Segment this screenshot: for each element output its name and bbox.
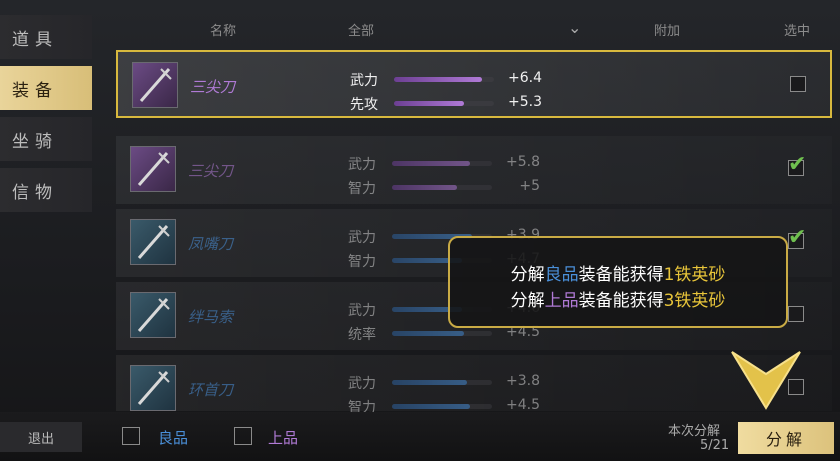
stat-label: 武力 [348, 230, 376, 246]
item-name: 绊马索 [188, 308, 234, 326]
item-name: 凤嘴刀 [188, 235, 234, 253]
item-name: 三尖刀 [188, 162, 234, 180]
stat-bar-fill [394, 77, 482, 82]
weapon-icon [130, 146, 176, 192]
list-header: 名称 全部 ⌄ 附加 选中 [116, 14, 840, 48]
decompose-count: 5/21 [700, 438, 730, 453]
tooltip-line-2: 分解上品装备能获得3铁英砂 [450, 286, 786, 311]
stat-bar-fill [392, 380, 467, 385]
stat-bar-fill [392, 331, 464, 336]
tooltip-amount: 3 [663, 291, 675, 311]
pointer-arrow-icon [731, 351, 801, 410]
exit-button[interactable]: 退出 [0, 422, 82, 452]
tooltip-prefix: 分解 [510, 291, 545, 311]
tooltip-reward: 铁英砂 [674, 291, 726, 311]
stat-label: 智力 [348, 254, 376, 270]
weapon-icon [130, 292, 176, 338]
checkmark-icon: ✔ [788, 225, 807, 250]
equipment-row[interactable]: 三尖刀 武力 +5.8 智力 +5 ✔ [116, 136, 832, 204]
filter-dropdown-label[interactable]: 全部 [348, 20, 374, 39]
checkmark-icon: ✔ [788, 152, 807, 177]
tab-tokens-label: 信物 [12, 182, 58, 203]
stat-bar [392, 161, 492, 166]
bottom-bar: 退出 良品 上品 本次分解 5/21 分解 [0, 412, 840, 461]
stat-bar [392, 185, 492, 190]
tab-mounts[interactable]: 坐骑 [0, 117, 92, 161]
weapon-icon [130, 219, 176, 265]
tab-equipment-label: 装备 [12, 80, 58, 101]
stat-label: 智力 [348, 181, 376, 197]
stat-label: 武力 [348, 157, 376, 173]
stat-row: 智力 +5 [348, 178, 558, 197]
select-column-header: 选中 [784, 24, 811, 39]
equipment-row[interactable]: 三尖刀 武力 +6.4 先攻 +5.3 [116, 50, 832, 118]
chevron-down-icon[interactable]: ⌄ [568, 18, 581, 37]
decompose-tooltip: 分解良品装备能获得1铁英砂 分解上品装备能获得3铁英砂 [448, 236, 788, 328]
filter-superior-checkbox[interactable] [234, 427, 252, 445]
decompose-button-label: 分解 [765, 430, 806, 449]
select-checkbox[interactable] [790, 76, 806, 92]
tooltip-middle: 装备能获得 [578, 291, 664, 311]
stat-value: +3.8 [506, 373, 540, 389]
stat-label: 武力 [348, 303, 376, 319]
stat-value: +5.8 [506, 154, 540, 170]
stat-bar-fill [392, 404, 470, 409]
name-column-header: 名称 [210, 24, 237, 39]
stat-bar [394, 101, 494, 106]
tooltip-middle: 装备能获得 [578, 265, 664, 285]
select-checkbox[interactable]: ✔ [788, 152, 806, 177]
stat-bar-fill [392, 161, 470, 166]
tab-props[interactable]: 道具 [0, 15, 92, 59]
stat-bar [394, 77, 494, 82]
tab-mounts-label: 坐骑 [12, 131, 58, 152]
stat-label: 武力 [350, 73, 378, 89]
stat-bar [392, 404, 492, 409]
tooltip-line-1: 分解良品装备能获得1铁英砂 [450, 260, 786, 285]
tooltip-amount: 1 [663, 265, 675, 285]
stat-label: 先攻 [350, 97, 378, 113]
select-checkbox[interactable] [788, 306, 804, 322]
stat-bar [392, 380, 492, 385]
stat-value: +5.3 [508, 94, 542, 110]
tooltip-quality: 良品 [544, 265, 579, 285]
item-name: 三尖刀 [190, 78, 236, 96]
item-name: 环首刀 [188, 381, 234, 399]
stat-bar [392, 331, 492, 336]
stat-bar-fill [392, 185, 457, 190]
stat-value: +6.4 [508, 70, 542, 86]
stat-row: 武力 +3.8 [348, 373, 558, 392]
stat-row: 武力 +6.4 [350, 70, 560, 89]
tooltip-prefix: 分解 [510, 265, 545, 285]
stat-label: 统率 [348, 327, 376, 343]
stat-value: +4.5 [506, 397, 540, 413]
filter-good-checkbox[interactable] [122, 427, 140, 445]
filter-superior-label: 上品 [268, 429, 299, 447]
tooltip-quality: 上品 [544, 291, 579, 311]
weapon-icon [132, 62, 178, 108]
weapon-icon [130, 365, 176, 411]
stat-label: 武力 [348, 376, 376, 392]
decompose-count-label: 本次分解 [668, 424, 721, 439]
tab-props-label: 道具 [12, 29, 58, 50]
tooltip-reward: 铁英砂 [674, 265, 726, 285]
decompose-button[interactable]: 分解 [738, 422, 834, 454]
tab-equipment[interactable]: 装备 [0, 66, 92, 110]
select-checkbox[interactable]: ✔ [788, 225, 806, 250]
equipment-row[interactable]: 环首刀 武力 +3.8 智力 +4.5 [116, 355, 832, 416]
tab-tokens[interactable]: 信物 [0, 168, 92, 212]
filter-good-label: 良品 [158, 429, 189, 447]
stat-value: +5 [519, 178, 540, 194]
stat-bar-fill [394, 101, 464, 106]
stat-row: 武力 +5.8 [348, 154, 558, 173]
exit-button-label: 退出 [27, 431, 54, 447]
stat-row: 先攻 +5.3 [350, 94, 560, 113]
extra-column-header: 附加 [654, 24, 681, 39]
